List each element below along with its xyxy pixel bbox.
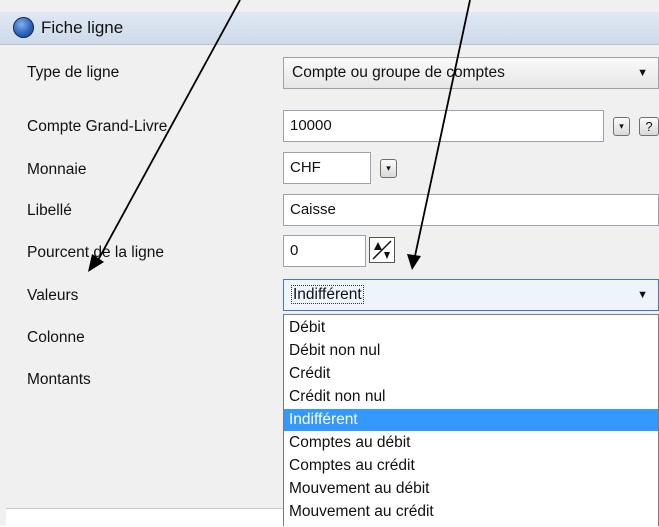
spin-toggle-button[interactable]	[369, 237, 395, 263]
pourcent-label: Pourcent de la ligne	[27, 244, 165, 261]
chevron-down-icon: ▾	[619, 121, 624, 131]
dropdown-option[interactable]: Mouvement au crédit	[284, 501, 658, 523]
compte-dropdown-button[interactable]: ▾	[613, 117, 630, 136]
help-button[interactable]: ?	[639, 117, 659, 136]
valeurs-label: Valeurs	[27, 287, 79, 304]
pourcent-field[interactable]: 0	[283, 235, 366, 267]
help-label: ?	[645, 119, 653, 134]
spin-arrows-icon	[372, 240, 392, 260]
compte-field[interactable]: 10000	[283, 110, 604, 142]
dropdown-option[interactable]: Débit non nul	[284, 340, 658, 362]
type-ligne-label: Type de ligne	[27, 64, 120, 81]
libelle-field[interactable]: Caisse	[283, 194, 659, 226]
valeurs-select[interactable]: Indifférent ▼	[283, 279, 659, 311]
type-ligne-select[interactable]: Compte ou groupe de comptes ▼	[283, 57, 659, 89]
monnaie-dropdown-button[interactable]: ▾	[380, 159, 397, 178]
monnaie-field[interactable]: CHF	[283, 152, 371, 184]
colonne-label: Colonne	[27, 329, 85, 346]
type-ligne-value: Compte ou groupe de comptes	[292, 64, 505, 81]
libelle-label: Libellé	[27, 202, 72, 219]
app-icon	[13, 17, 34, 38]
chevron-down-icon: ▼	[637, 67, 648, 79]
monnaie-label: Monnaie	[27, 161, 87, 178]
montants-label: Montants	[27, 371, 91, 388]
dropdown-option[interactable]: Débit	[284, 317, 658, 339]
fiche-ligne-window: Fiche ligne Type de ligne Compte ou grou…	[0, 0, 659, 527]
window-title: Fiche ligne	[41, 18, 124, 37]
dropdown-option[interactable]: Mouvement au débit	[284, 478, 658, 500]
valeurs-value: Indifférent	[291, 285, 364, 304]
dropdown-option-selected[interactable]: Indifférent	[284, 409, 658, 431]
valeurs-dropdown-list: Débit Débit non nul Crédit Crédit non nu…	[283, 314, 659, 526]
dropdown-option[interactable]: Crédit non nul	[284, 386, 658, 408]
dropdown-option[interactable]: Comptes au crédit	[284, 455, 658, 477]
dropdown-option[interactable]: Crédit	[284, 363, 658, 385]
dropdown-option[interactable]: Comptes au débit	[284, 432, 658, 454]
chevron-down-icon: ▼	[637, 289, 648, 301]
title-bar: Fiche ligne	[0, 12, 659, 45]
bottom-panel	[6, 508, 283, 527]
chevron-down-icon: ▾	[386, 163, 391, 173]
compte-label: Compte Grand-Livre	[27, 118, 168, 135]
